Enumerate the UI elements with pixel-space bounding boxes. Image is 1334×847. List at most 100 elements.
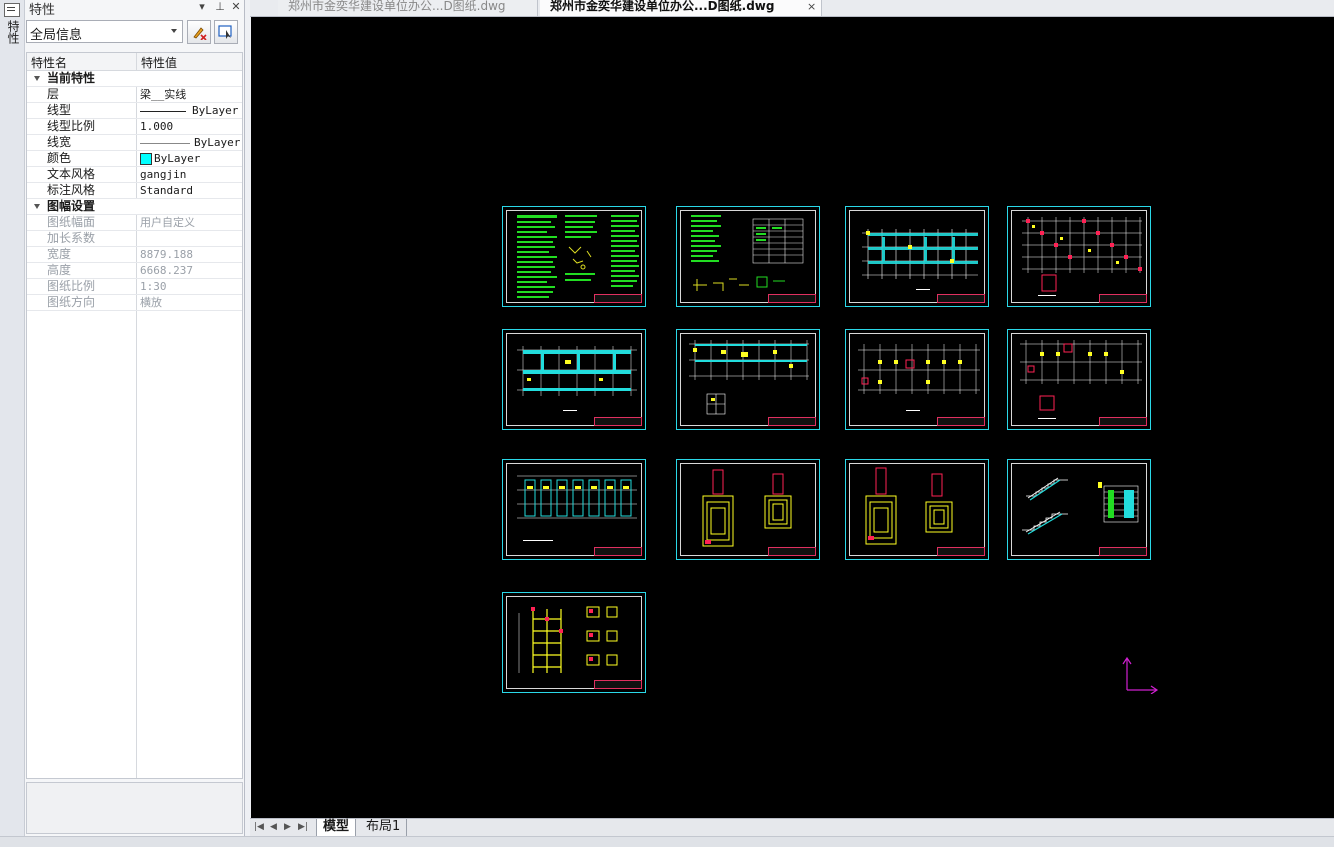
property-name: 高度 bbox=[47, 263, 72, 277]
sheet-content bbox=[518, 606, 618, 673]
column-header-name: 特性名 bbox=[31, 56, 68, 70]
quick-select-icon bbox=[193, 27, 207, 40]
property-value: 1:30 bbox=[140, 280, 167, 293]
status-bar bbox=[0, 836, 1334, 847]
property-value[interactable]: 梁__实线 bbox=[140, 87, 186, 102]
drawing-sheet-frame-elevation[interactable] bbox=[502, 459, 646, 560]
property-name: 加长系数 bbox=[47, 231, 96, 245]
title-block bbox=[1099, 547, 1147, 556]
property-value: 用户自定义 bbox=[140, 216, 195, 229]
property-row-linetype-scale[interactable]: 线型比例 1.000 bbox=[27, 119, 242, 135]
drawing-sheet-column-details[interactable] bbox=[502, 592, 646, 693]
document-tab-1[interactable]: 郑州市金奕华建设单位办公...D图纸.dwg bbox=[278, 0, 538, 16]
object-type-dropdown[interactable]: 全局信息 bbox=[26, 20, 183, 43]
palette-title: 特性 bbox=[29, 3, 56, 18]
drawing-sheet-plan-4[interactable] bbox=[676, 329, 820, 430]
properties-palette-icon[interactable] bbox=[4, 3, 20, 17]
property-value: 横放 bbox=[140, 296, 162, 309]
close-icon[interactable]: × bbox=[807, 0, 816, 14]
chevron-down-icon bbox=[171, 29, 177, 33]
property-row-layer[interactable]: 层 梁__实线 bbox=[27, 87, 242, 103]
property-row-sheet-size: 图纸幅面 用户自定义 bbox=[27, 215, 242, 231]
property-row-dim-style[interactable]: 标注风格 Standard bbox=[27, 183, 242, 199]
drawing-sheet-plan-3[interactable] bbox=[502, 329, 646, 430]
triangle-down-icon[interactable]: ▾ bbox=[195, 0, 209, 14]
property-row-sheet-scale: 图纸比例 1:30 bbox=[27, 279, 242, 295]
sheet-content bbox=[691, 215, 804, 291]
sheet-content bbox=[862, 229, 978, 290]
property-name: 线型比例 bbox=[47, 119, 96, 133]
close-icon[interactable]: ✕ bbox=[229, 0, 243, 14]
property-value[interactable]: gangjin bbox=[140, 167, 186, 182]
prev-tab-icon[interactable]: ◀ bbox=[270, 822, 277, 832]
object-type-selected: 全局信息 bbox=[30, 28, 83, 43]
description-pane bbox=[26, 782, 243, 834]
property-row-lineweight[interactable]: 线宽 ByLayer bbox=[27, 135, 242, 151]
drawing-sheet-plan-5[interactable] bbox=[845, 329, 989, 430]
drawing-sheet-general-notes[interactable] bbox=[502, 206, 646, 307]
property-name: 颜色 bbox=[47, 151, 72, 165]
property-value: 8879.188 bbox=[140, 248, 193, 261]
property-name: 层 bbox=[47, 87, 60, 101]
property-row-sheet-orientation: 图纸方向 横放 bbox=[27, 295, 242, 311]
property-value-color[interactable]: ByLayer bbox=[140, 151, 200, 166]
title-block bbox=[594, 417, 642, 426]
palette-titlebar[interactable]: 特性 ▾ ⊥ ✕ bbox=[25, 0, 244, 18]
collapse-icon[interactable] bbox=[34, 204, 40, 209]
property-name: 线宽 bbox=[47, 135, 72, 149]
color-swatch bbox=[140, 153, 152, 165]
property-name: 宽度 bbox=[47, 247, 72, 261]
group-current-properties[interactable]: 当前特性 bbox=[27, 71, 242, 87]
collapse-icon[interactable] bbox=[34, 76, 40, 81]
property-row-extension-factor: 加长系数 bbox=[27, 231, 242, 247]
title-block bbox=[594, 547, 642, 556]
property-value[interactable]: 1.000 bbox=[140, 119, 173, 134]
property-row-color[interactable]: 颜色 ByLayer bbox=[27, 151, 242, 167]
title-block bbox=[594, 294, 642, 303]
title-block bbox=[937, 294, 985, 303]
property-row-linetype[interactable]: 线型 ByLayer bbox=[27, 103, 242, 119]
drawing-sheet-plan-2[interactable] bbox=[1007, 206, 1151, 307]
tab-layout1[interactable]: 布局1 bbox=[360, 819, 408, 836]
group-sheet-settings[interactable]: 图幅设置 bbox=[27, 199, 242, 215]
title-block bbox=[768, 547, 816, 556]
property-value[interactable]: Standard bbox=[140, 183, 193, 198]
last-tab-icon[interactable]: ▶| bbox=[298, 822, 308, 832]
properties-table: 特性名 特性值 当前特性 层 梁__实线 线型 ByLayer 线型比例 1.0… bbox=[26, 52, 243, 779]
property-value-lineweight[interactable]: ByLayer bbox=[140, 135, 240, 150]
sheet-content bbox=[702, 469, 792, 547]
drawing-sheet-footing-2[interactable] bbox=[845, 459, 989, 560]
title-block bbox=[1099, 294, 1147, 303]
select-objects-button[interactable] bbox=[214, 20, 238, 44]
property-value: 6668.237 bbox=[140, 264, 193, 277]
drawing-sheet-stair[interactable] bbox=[1007, 459, 1151, 560]
first-tab-icon[interactable]: |◀ bbox=[254, 822, 264, 832]
property-name: 图纸幅面 bbox=[47, 215, 96, 229]
quick-select-button[interactable] bbox=[187, 20, 211, 44]
property-row-height: 高度 6668.237 bbox=[27, 263, 242, 279]
drawing-sheet-plan-6[interactable] bbox=[1007, 329, 1151, 430]
select-objects-icon bbox=[218, 25, 232, 39]
properties-dock-tab[interactable]: 特性 bbox=[3, 20, 20, 44]
sheet-content bbox=[689, 340, 809, 415]
property-name: 图纸比例 bbox=[47, 279, 96, 293]
drawing-canvas[interactable] bbox=[251, 17, 1334, 818]
drawing-sheet-footing-1[interactable] bbox=[676, 459, 820, 560]
document-tab-2-active[interactable]: 郑州市金奕华建设单位办公...D图纸.dwg bbox=[540, 0, 822, 16]
next-tab-icon[interactable]: ▶ bbox=[284, 822, 291, 832]
property-value: ByLayer bbox=[194, 136, 241, 149]
drawing-sheet-plan-1[interactable] bbox=[845, 206, 989, 307]
pin-icon[interactable]: ⊥ bbox=[213, 0, 227, 14]
properties-palette: 特性 ▾ ⊥ ✕ 全局信息 特性名 特性值 当前特性 层 梁__实线 线型 By… bbox=[25, 0, 245, 836]
group-title: 图幅设置 bbox=[47, 199, 96, 213]
group-title: 当前特性 bbox=[47, 71, 96, 85]
tab-model[interactable]: 模型 bbox=[316, 819, 357, 837]
table-header: 特性名 特性值 bbox=[27, 53, 242, 71]
property-name: 线型 bbox=[47, 103, 72, 117]
drawing-sheet-notes-table[interactable] bbox=[676, 206, 820, 307]
property-row-text-style[interactable]: 文本风格 gangjin bbox=[27, 167, 242, 183]
property-value-linetype[interactable]: ByLayer bbox=[140, 103, 238, 118]
property-name: 图纸方向 bbox=[47, 295, 96, 309]
column-header-value: 特性值 bbox=[141, 56, 178, 70]
linetype-preview bbox=[140, 110, 186, 112]
